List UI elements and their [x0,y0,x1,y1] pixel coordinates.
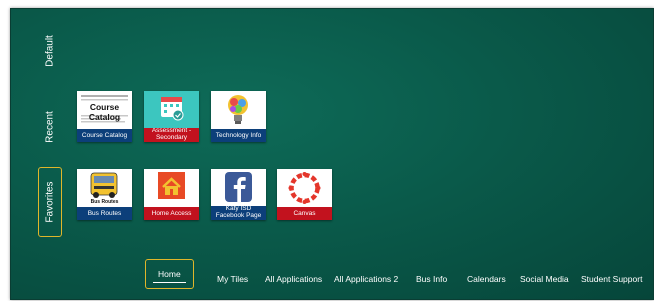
nav-my-tiles[interactable]: My Tiles [217,267,248,291]
nav-bus-info[interactable]: Bus Info [416,267,447,291]
tile-canvas[interactable]: Canvas [277,169,332,220]
tile-technology-info[interactable]: Technology Info [211,91,266,142]
tab-favorites-label: Favorites [44,181,56,223]
tile-caption: Technology Info [211,129,266,142]
tile-assessment-secondary[interactable]: Assessment - Secondary [144,91,199,142]
tab-default-label: Default [44,35,56,67]
tile-caption: Assessment - Secondary [144,128,199,142]
nav-home-label: Home [158,269,181,279]
tile-caption: Home Access [144,207,199,220]
lightbulb-icon [211,91,266,129]
nav-all-applications-2[interactable]: All Applications 2 [334,267,398,291]
tab-default[interactable]: Default [41,21,59,81]
tab-recent[interactable]: Recent [41,97,59,157]
home-access-icon [144,169,199,207]
tile-home-access[interactable]: Home Access [144,169,199,220]
nav-all-applications[interactable]: All Applications [265,267,322,291]
tile-caption: Course Catalog [77,129,132,142]
tile-caption: Katy ISD Facebook Page [211,206,266,220]
tile-course-catalog[interactable]: Course Catalog Course Catalog [77,91,132,142]
tile-facebook-page[interactable]: Katy ISD Facebook Page [211,169,266,220]
facebook-icon [211,169,266,207]
bus-routes-image-text: Bus Routes [90,199,119,205]
tab-favorites[interactable]: Favorites [38,167,62,237]
tab-recent-label: Recent [44,111,56,143]
calendar-check-icon [144,91,199,129]
nav-social-media[interactable]: Social Media [520,267,569,291]
nav-student-support[interactable]: Student Support [581,267,642,291]
launchpad-panel: Default Recent Favorites Course Catalog … [10,8,654,300]
tile-caption: Bus Routes [77,207,132,220]
tile-bus-routes[interactable]: Bus Routes Bus Routes [77,169,132,220]
canvas-logo-icon [277,169,332,207]
nav-home[interactable]: Home [145,259,194,289]
nav-calendars[interactable]: Calendars [467,267,506,291]
tile-caption: Canvas [277,207,332,220]
selected-underline [153,282,186,283]
course-catalog-image-text: Course Catalog [88,102,121,122]
